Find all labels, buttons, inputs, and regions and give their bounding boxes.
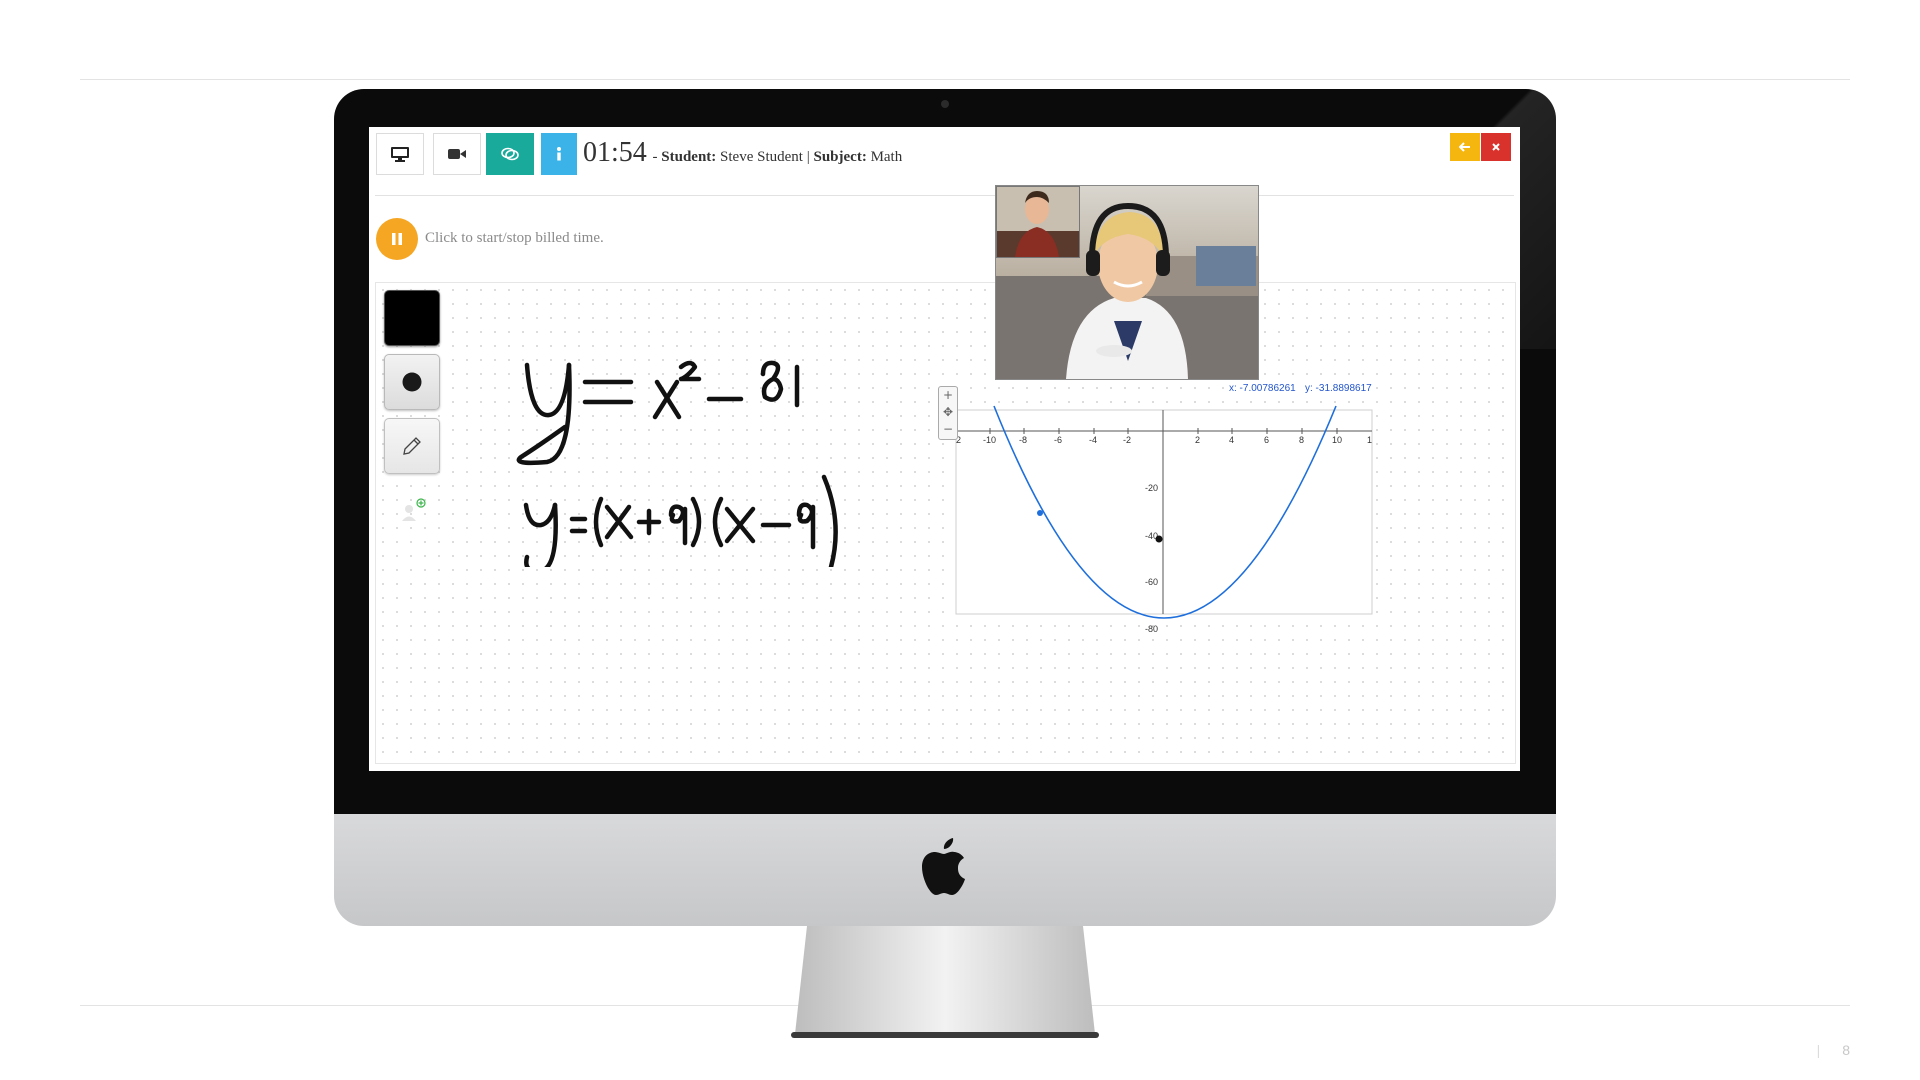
webcam-dot [941, 100, 949, 108]
top-rule [80, 79, 1850, 80]
y-tick-label: -20 [1145, 483, 1158, 493]
video-feed[interactable] [995, 185, 1259, 380]
close-icon [1492, 143, 1500, 151]
tutoring-app-screen: 01:54 - Student: Steve Student | Subject… [369, 127, 1520, 771]
pan-button[interactable]: ✥ [939, 404, 957, 421]
page-number-label: 8 [1842, 1042, 1850, 1058]
student-video-pip[interactable] [996, 186, 1080, 258]
x-tick-label: 8 [1299, 435, 1304, 445]
cursor-x-readout: x: -7.00786261 [1225, 380, 1300, 397]
graph-plot: 2 -10 -8 -6 -4 -2 2 4 6 8 10 1 -20 -40 -… [955, 405, 1373, 634]
x-tick-label: -4 [1089, 435, 1097, 445]
back-button[interactable] [1450, 133, 1480, 161]
function-graph[interactable]: 2 -10 -8 -6 -4 -2 2 4 6 8 10 1 -20 -40 -… [930, 380, 1444, 636]
handwritten-math [516, 360, 838, 567]
cursor-point [1155, 535, 1163, 543]
x-tick-label: 1 [1367, 435, 1372, 445]
trace-point [1037, 510, 1043, 516]
subject-name: Math [870, 149, 903, 165]
x-tick-label: 10 [1332, 435, 1342, 445]
apple-logo-icon [922, 838, 965, 895]
graph-zoom-control[interactable]: + ✥ − [938, 386, 958, 440]
y-tick-label: -80 [1145, 624, 1158, 634]
x-tick-label: 2 [1195, 435, 1200, 445]
student-video-image [997, 187, 1079, 257]
zoom-out-button[interactable]: − [939, 421, 957, 438]
monitor-stand [791, 926, 1099, 1038]
handwriting-line-1 [516, 360, 800, 466]
x-tick-label: -10 [983, 435, 996, 445]
x-tick-label: -2 [1123, 435, 1131, 445]
arrow-left-icon [1459, 142, 1470, 152]
x-tick-label: -6 [1054, 435, 1062, 445]
page-number: | 8 [1816, 1042, 1850, 1058]
x-tick-label: 4 [1229, 435, 1234, 445]
zoom-in-button[interactable]: + [939, 387, 957, 404]
close-button[interactable] [1481, 133, 1511, 161]
x-tick-label: 6 [1264, 435, 1269, 445]
y-tick-label: -60 [1145, 577, 1158, 587]
handwriting-line-2 [523, 474, 838, 567]
x-tick-label: -8 [1019, 435, 1027, 445]
cursor-y-readout: y: -31.8898617 [1301, 380, 1376, 397]
